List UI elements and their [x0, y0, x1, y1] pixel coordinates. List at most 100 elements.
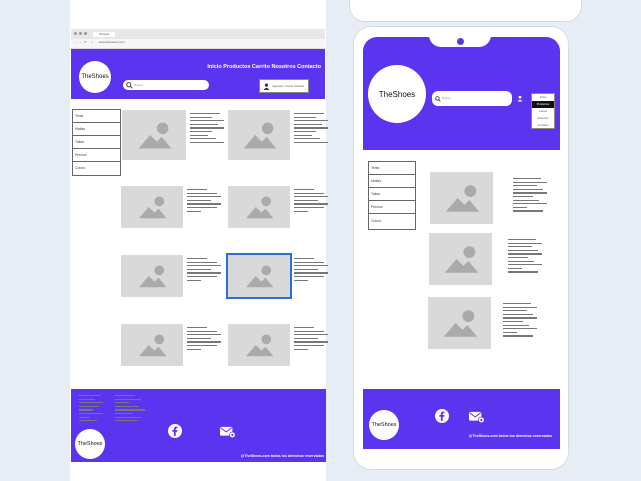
text-line-placeholder	[187, 330, 217, 332]
category-item[interactable]: Tenis	[369, 162, 415, 175]
category-item[interactable]: Colors	[369, 214, 415, 227]
mobile-nav-menu: Inicio Productos Carrito Nosotros Contac…	[531, 93, 555, 129]
text-line-placeholder	[508, 260, 534, 262]
image-placeholder-icon[interactable]	[429, 233, 492, 285]
text-line-placeholder	[513, 203, 547, 205]
nav-links[interactable]: Inicio Productos Carrito Nosotros Contac…	[207, 64, 321, 70]
image-placeholder-icon[interactable]	[121, 186, 183, 228]
image-placeholder-icon[interactable]	[121, 255, 183, 297]
text-line-placeholder	[508, 271, 538, 273]
text-line-placeholder	[294, 265, 328, 267]
image-placeholder-icon[interactable]	[226, 253, 292, 299]
window-close-dot[interactable]	[74, 32, 77, 35]
desktop-category-menu: Tenis Mallas Tallas Precios Colors	[72, 109, 121, 176]
text-line-placeholder	[513, 206, 527, 208]
text-line-placeholder	[508, 257, 528, 259]
image-placeholder-icon[interactable]	[228, 324, 290, 366]
facebook-icon[interactable]	[435, 409, 449, 423]
category-item[interactable]: Mallas	[369, 175, 415, 188]
text-line-placeholder	[187, 334, 221, 336]
url-field[interactable]: www.theshoes.com	[99, 41, 125, 44]
browser-tab[interactable]: Shoppe	[93, 32, 116, 37]
image-placeholder-icon[interactable]	[228, 186, 290, 228]
text-line-placeholder	[115, 409, 145, 411]
search-input[interactable]: Buscar	[123, 80, 209, 90]
reload-icon[interactable]: ⟳	[84, 41, 87, 44]
text-line-placeholder	[513, 210, 543, 212]
image-placeholder-icon[interactable]	[121, 324, 183, 366]
mobile-nav-item-active[interactable]: Productos	[532, 101, 554, 108]
text-line-placeholder	[503, 303, 531, 305]
text-line-placeholder	[115, 402, 129, 404]
forward-arrow-icon[interactable]: →	[79, 41, 82, 44]
text-line-placeholder	[294, 276, 324, 278]
search-icon	[435, 95, 441, 102]
text-line-placeholder	[294, 261, 324, 263]
text-line-placeholder	[79, 405, 99, 407]
desktop-header: TheShoes Inicio Productos Carrito Nosotr…	[71, 49, 325, 99]
mobile-footer-logo[interactable]: TheShoes	[369, 410, 399, 440]
text-line-placeholder	[79, 409, 93, 411]
image-placeholder-icon[interactable]	[122, 110, 186, 160]
previous-phone-frame	[349, 0, 582, 22]
text-line-placeholder	[294, 123, 322, 125]
text-line-placeholder	[503, 306, 537, 308]
text-line-placeholder	[187, 265, 221, 267]
user-icon	[263, 82, 270, 90]
mobile-brand-logo[interactable]: TheShoes	[368, 65, 426, 123]
brand-logo[interactable]: TheShoes	[79, 61, 111, 93]
text-line-placeholder	[513, 192, 547, 194]
text-line-placeholder	[115, 413, 133, 415]
image-placeholder-icon[interactable]	[228, 110, 290, 160]
window-minimize-dot[interactable]	[79, 32, 82, 35]
text-line-placeholder	[508, 242, 542, 244]
text-line-placeholder	[294, 330, 324, 332]
mobile-nav-item[interactable]: Nosotros	[532, 115, 554, 122]
category-item[interactable]: Precios	[73, 149, 120, 162]
text-line-placeholder	[79, 420, 97, 422]
text-line-placeholder	[294, 268, 318, 270]
mobile-header: TheShoes Buscar Inicio Productos Carrito…	[363, 35, 560, 150]
mobile-search-input[interactable]: Buscar	[432, 91, 512, 106]
text-line-placeholder	[513, 178, 541, 180]
text-line-placeholder	[508, 267, 522, 269]
text-line-placeholder	[115, 395, 135, 397]
mobile-nav-item[interactable]: Contacto	[532, 122, 554, 128]
mail-icon[interactable]	[469, 410, 485, 424]
category-item[interactable]: Tallas	[73, 136, 120, 149]
category-item[interactable]: Precios	[369, 201, 415, 214]
mobile-nav-item[interactable]: Inicio	[532, 94, 554, 101]
image-placeholder-icon[interactable]	[428, 297, 491, 349]
browser-address-bar: ← → ⟳ ⌂ www.theshoes.com	[71, 39, 325, 49]
home-icon[interactable]: ⌂	[91, 41, 93, 44]
text-line-placeholder	[294, 189, 314, 191]
text-line-placeholder	[503, 317, 537, 319]
login-button[interactable]: Ingresar / Crear Usuario	[259, 79, 309, 93]
mail-icon[interactable]	[220, 425, 236, 439]
text-line-placeholder	[508, 246, 532, 248]
text-line-placeholder	[294, 141, 328, 143]
mobile-footer-copyright: @TheShoes.com todos los derechos reserva…	[468, 434, 552, 438]
text-line-placeholder	[508, 239, 536, 241]
mobile-nav-item[interactable]: Carrito	[532, 108, 554, 115]
text-line-placeholder	[187, 258, 207, 260]
text-line-placeholder	[294, 196, 328, 198]
text-line-placeholder	[190, 116, 212, 118]
text-line-placeholder	[294, 337, 318, 339]
text-line-placeholder	[187, 345, 217, 347]
user-icon[interactable]	[517, 95, 523, 102]
category-item[interactable]: Colors	[73, 162, 120, 174]
text-line-placeholder	[79, 413, 103, 415]
footer-logo[interactable]: TheShoes	[75, 429, 105, 459]
category-item[interactable]: Tallas	[369, 188, 415, 201]
text-line-placeholder	[187, 272, 221, 274]
back-arrow-icon[interactable]: ←	[74, 41, 77, 44]
text-line-placeholder	[187, 189, 207, 191]
category-item[interactable]: Mallas	[73, 123, 120, 136]
image-placeholder-icon[interactable]	[430, 172, 493, 224]
text-line-placeholder	[294, 199, 318, 201]
window-maximize-dot[interactable]	[84, 32, 87, 35]
category-item[interactable]: Tenis	[73, 110, 120, 123]
facebook-icon[interactable]	[168, 424, 182, 438]
text-line-placeholder	[187, 341, 221, 343]
